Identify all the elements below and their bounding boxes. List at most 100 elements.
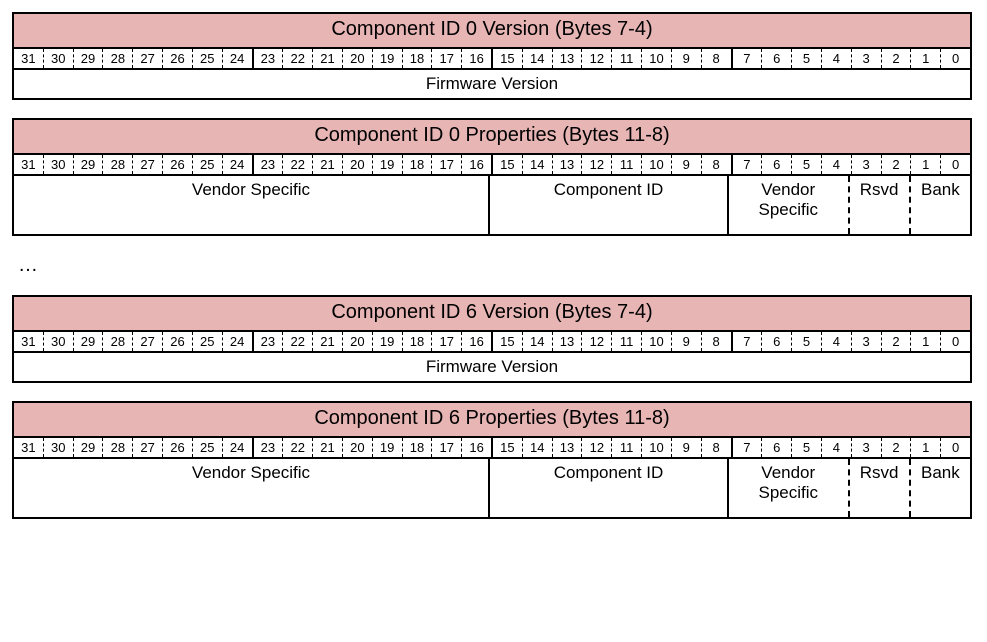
byte-group: 76543210 xyxy=(733,332,971,351)
bit-index: 26 xyxy=(162,49,192,68)
bit-index: 30 xyxy=(43,155,73,174)
field-rsvd: Rsvd xyxy=(850,176,911,234)
bit-index: 17 xyxy=(431,155,461,174)
bit-index: 9 xyxy=(671,438,701,457)
field-vendor-specific-low-line1: Vendor xyxy=(761,180,815,199)
bit-index: 0 xyxy=(940,49,970,68)
bit-index: 20 xyxy=(342,332,372,351)
field-component-id: Component ID xyxy=(490,459,729,517)
bit-index: 30 xyxy=(43,332,73,351)
bit-index: 18 xyxy=(402,438,432,457)
byte-group: 15141312111098 xyxy=(493,438,733,457)
register-title: Component ID 0 Properties (Bytes 11-8) xyxy=(14,120,970,155)
bit-index: 24 xyxy=(222,49,252,68)
bit-index: 23 xyxy=(254,438,283,457)
bit-index: 10 xyxy=(641,155,671,174)
bit-index: 31 xyxy=(14,438,43,457)
bit-index: 20 xyxy=(342,438,372,457)
byte-group: 15141312111098 xyxy=(493,332,733,351)
bit-index: 2 xyxy=(881,332,911,351)
byte-group: 15141312111098 xyxy=(493,49,733,68)
bit-index: 3 xyxy=(851,49,881,68)
bit-index: 12 xyxy=(581,332,611,351)
bit-index: 18 xyxy=(402,49,432,68)
register-title: Component ID 6 Version (Bytes 7-4) xyxy=(14,297,970,332)
bit-index: 2 xyxy=(881,49,911,68)
register-comp6-version: Component ID 6 Version (Bytes 7-4) 3 1 30 2… xyxy=(12,295,972,383)
bit-index: 26 xyxy=(162,438,192,457)
bit-index: 4 xyxy=(821,155,851,174)
byte-group: 3130292827262524 xyxy=(14,49,254,68)
bit-index: 17 xyxy=(431,49,461,68)
bit-index: 22 xyxy=(282,155,312,174)
byte-group: 76543210 xyxy=(733,438,971,457)
bit-index: 23 xyxy=(254,49,283,68)
bit-index: 24 xyxy=(222,332,252,351)
bit-index: 27 xyxy=(132,332,162,351)
bit-index: 3 xyxy=(851,332,881,351)
field-vendor-specific-low-line2: Specific xyxy=(758,483,818,502)
bit-index: 28 xyxy=(102,332,132,351)
bit-index: 26 xyxy=(162,332,192,351)
bit-index: 15 xyxy=(493,155,522,174)
bit-index: 9 xyxy=(671,49,701,68)
field-vendor-specific-high: Vendor Specific xyxy=(14,459,490,517)
bit-index: 1 xyxy=(910,438,940,457)
bit-index: 18 xyxy=(402,332,432,351)
bit-index: 6 xyxy=(761,155,791,174)
bit-index: 29 xyxy=(73,438,103,457)
bit-index: 4 xyxy=(821,438,851,457)
field-firmware-version: Firmware Version xyxy=(14,353,970,381)
bit-index: 2 xyxy=(881,155,911,174)
ellipsis: … xyxy=(18,254,975,277)
bit-index: 24 xyxy=(222,438,252,457)
bit-index: 6 xyxy=(761,438,791,457)
bit-index: 25 xyxy=(192,438,222,457)
bit-index: 7 xyxy=(733,438,762,457)
bit-index: 0 xyxy=(940,332,970,351)
bit-index: 7 xyxy=(733,49,762,68)
bit-index: 29 xyxy=(73,155,103,174)
bit-index: 5 xyxy=(791,438,821,457)
fields-row: Firmware Version xyxy=(14,353,970,381)
byte-group: 76543210 xyxy=(733,49,971,68)
bit-index: 1 xyxy=(910,332,940,351)
bit-index: 26 xyxy=(162,155,192,174)
bit-index: 14 xyxy=(522,49,552,68)
bit-index: 5 xyxy=(791,49,821,68)
bit-index: 20 xyxy=(342,155,372,174)
bit-index: 28 xyxy=(102,155,132,174)
byte-group: 2322212019181716 xyxy=(254,332,494,351)
bit-index: 4 xyxy=(821,332,851,351)
bit-index: 5 xyxy=(791,332,821,351)
bit-index: 10 xyxy=(641,49,671,68)
bit-index: 27 xyxy=(132,438,162,457)
bit-index: 0 xyxy=(940,438,970,457)
bit-index: 30 xyxy=(43,49,73,68)
bit-index: 11 xyxy=(611,155,641,174)
bit-index: 19 xyxy=(372,49,402,68)
fields-row: Vendor Specific Component ID VendorSpeci… xyxy=(14,176,970,234)
bit-index: 16 xyxy=(461,155,491,174)
bit-index: 14 xyxy=(522,438,552,457)
register-title: Component ID 6 Properties (Bytes 11-8) xyxy=(14,403,970,438)
bit-index: 14 xyxy=(522,332,552,351)
register-comp6-properties: Component ID 6 Properties (Bytes 11-8) 3… xyxy=(12,401,972,519)
bit-index: 13 xyxy=(552,155,582,174)
register-title: Component ID 0 Version (Bytes 7-4) xyxy=(14,14,970,49)
bit-index: 17 xyxy=(431,332,461,351)
bit-index: 21 xyxy=(312,49,342,68)
bit-index: 11 xyxy=(611,438,641,457)
bit-index: 12 xyxy=(581,438,611,457)
bit-index: 25 xyxy=(192,49,222,68)
bit-index: 21 xyxy=(312,438,342,457)
bit-index: 16 xyxy=(461,49,491,68)
bit-index: 8 xyxy=(701,155,731,174)
field-firmware-version: Firmware Version xyxy=(14,70,970,98)
bit-index: 23 xyxy=(254,155,283,174)
bit-index: 3 xyxy=(851,438,881,457)
bit-index: 25 xyxy=(192,155,222,174)
bit-index: 14 xyxy=(522,155,552,174)
bit-index: 21 xyxy=(312,332,342,351)
bit-index: 11 xyxy=(611,49,641,68)
